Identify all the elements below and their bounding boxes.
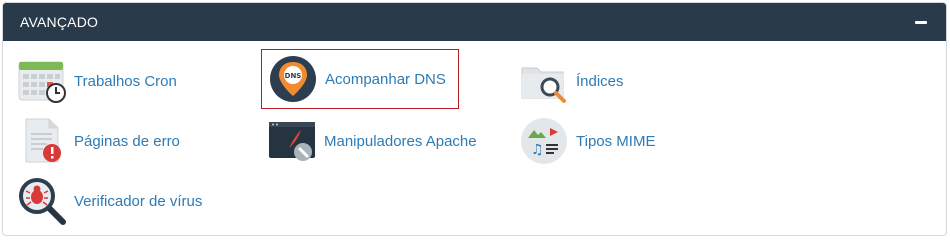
collapse-button[interactable]	[914, 15, 928, 29]
item-trabalhos-cron[interactable]: Trabalhos Cron	[17, 51, 247, 111]
panel-header: AVANÇADO	[3, 3, 946, 41]
item-tipos-mime[interactable]: ♫ Tipos MIME	[519, 111, 719, 171]
item-label: Páginas de erro	[74, 132, 180, 150]
svg-text:DNS: DNS	[285, 72, 302, 80]
mime-types-icon: ♫	[519, 116, 569, 166]
apache-handler-icon	[267, 116, 317, 166]
item-label: Verificador de vírus	[74, 192, 203, 210]
item-label: Acompanhar DNS	[325, 70, 446, 88]
item-paginas-de-erro[interactable]: Páginas de erro	[17, 111, 247, 171]
cron-calendar-icon	[17, 56, 67, 106]
item-label: Índices	[576, 72, 624, 90]
item-label: Trabalhos Cron	[74, 72, 177, 90]
dns-pin-icon: DNS	[268, 54, 318, 104]
panel-title: AVANÇADO	[20, 14, 99, 30]
advanced-panel: AVANÇADO Trabalhos Cron DNS Acompanhar D…	[2, 2, 947, 236]
virus-scanner-icon	[17, 176, 67, 226]
item-label: Tipos MIME	[576, 132, 656, 150]
folder-search-icon	[519, 56, 569, 106]
item-manipuladores-apache[interactable]: Manipuladores Apache	[267, 111, 497, 171]
minus-icon	[915, 20, 927, 24]
item-indices[interactable]: Índices	[519, 51, 719, 111]
error-page-icon	[17, 116, 67, 166]
item-verificador-de-virus[interactable]: Verificador de vírus	[17, 171, 247, 231]
item-acompanhar-dns[interactable]: DNS Acompanhar DNS	[261, 49, 459, 109]
item-label: Manipuladores Apache	[324, 132, 477, 150]
svg-text:♫: ♫	[531, 142, 544, 158]
